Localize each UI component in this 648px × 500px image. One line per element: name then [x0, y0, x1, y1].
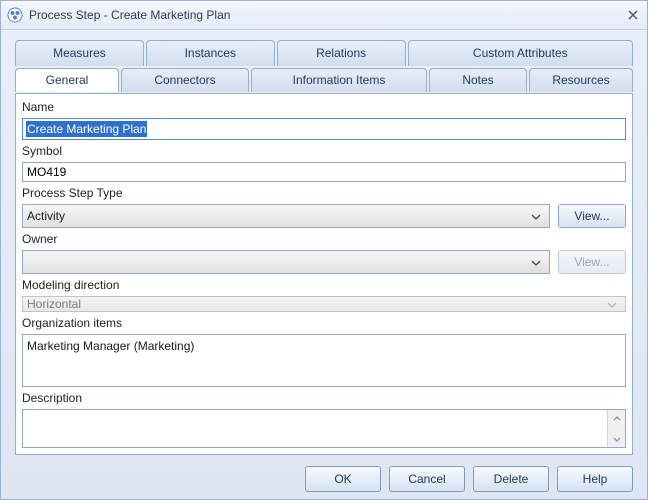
process-step-type-label: Process Step Type: [22, 186, 626, 200]
tab-label: Resources: [552, 73, 609, 87]
scrollbar[interactable]: [607, 410, 625, 447]
tab-label: Instances: [185, 46, 236, 60]
scroll-up-icon[interactable]: [608, 410, 625, 426]
button-label: OK: [334, 472, 351, 486]
chevron-down-icon: [527, 209, 545, 223]
tab-instances[interactable]: Instances: [146, 40, 275, 66]
name-input-selection: Create Marketing Plan: [26, 121, 147, 137]
process-step-type-select[interactable]: Activity: [22, 204, 550, 228]
tab-notes[interactable]: Notes: [429, 68, 527, 92]
tab-label: Relations: [316, 46, 366, 60]
organization-items-label: Organization items: [22, 316, 626, 330]
tab-label: Notes: [462, 73, 493, 87]
tab-measures[interactable]: Measures: [15, 40, 144, 66]
tab-label: Information Items: [293, 73, 386, 87]
modeling-direction-label: Modeling direction: [22, 278, 626, 292]
owner-select[interactable]: [22, 250, 550, 274]
tab-resources[interactable]: Resources: [529, 68, 633, 92]
description-field-wrapper: [22, 409, 626, 448]
button-label: View...: [574, 209, 609, 223]
organization-items-list[interactable]: Marketing Manager (Marketing): [22, 334, 626, 387]
tab-label: Measures: [53, 46, 106, 60]
ok-button[interactable]: OK: [305, 466, 381, 492]
button-label: Delete: [494, 472, 529, 486]
name-label: Name: [22, 100, 626, 114]
content-area: Measures Instances Relations Custom Attr…: [1, 30, 647, 459]
description-textarea[interactable]: [23, 410, 607, 447]
owner-label: Owner: [22, 232, 626, 246]
help-button[interactable]: Help: [557, 466, 633, 492]
button-label: View...: [574, 255, 609, 269]
tab-information-items[interactable]: Information Items: [251, 68, 427, 92]
chevron-down-icon: [527, 255, 545, 269]
button-label: Cancel: [408, 472, 445, 486]
process-step-type-value: Activity: [27, 209, 527, 223]
tab-label: General: [46, 73, 89, 87]
general-panel: Name Create Marketing Plan Symbol Proces…: [15, 93, 633, 455]
symbol-input[interactable]: [22, 162, 626, 182]
tab-row-1: Measures Instances Relations Custom Attr…: [15, 40, 633, 66]
description-label: Description: [22, 391, 626, 405]
modeling-direction-select: Horizontal: [22, 296, 626, 312]
close-icon[interactable]: [625, 7, 641, 23]
modeling-direction-value: Horizontal: [27, 297, 603, 311]
organization-items-value: Marketing Manager (Marketing): [27, 339, 194, 353]
window-title: Process Step - Create Marketing Plan: [29, 8, 625, 22]
tab-strip: Measures Instances Relations Custom Attr…: [15, 40, 633, 94]
tab-relations[interactable]: Relations: [277, 40, 406, 66]
tab-row-2: General Connectors Information Items Not…: [15, 68, 633, 92]
tab-label: Connectors: [154, 73, 215, 87]
symbol-label: Symbol: [22, 144, 626, 158]
titlebar: Process Step - Create Marketing Plan: [1, 1, 647, 30]
scroll-down-icon[interactable]: [608, 431, 625, 447]
name-input[interactable]: Create Marketing Plan: [22, 118, 626, 140]
owner-view-button: View...: [558, 250, 626, 274]
dialog-window: Process Step - Create Marketing Plan Mea…: [0, 0, 648, 500]
delete-button[interactable]: Delete: [473, 466, 549, 492]
tab-connectors[interactable]: Connectors: [121, 68, 249, 92]
tab-general[interactable]: General: [15, 68, 119, 92]
process-step-type-view-button[interactable]: View...: [558, 204, 626, 228]
button-label: Help: [583, 472, 608, 486]
dialog-button-bar: OK Cancel Delete Help: [1, 459, 647, 499]
chevron-down-icon: [603, 297, 621, 311]
app-icon: [7, 7, 23, 23]
cancel-button[interactable]: Cancel: [389, 466, 465, 492]
tab-custom-attributes[interactable]: Custom Attributes: [408, 40, 633, 66]
tab-label: Custom Attributes: [473, 46, 568, 60]
